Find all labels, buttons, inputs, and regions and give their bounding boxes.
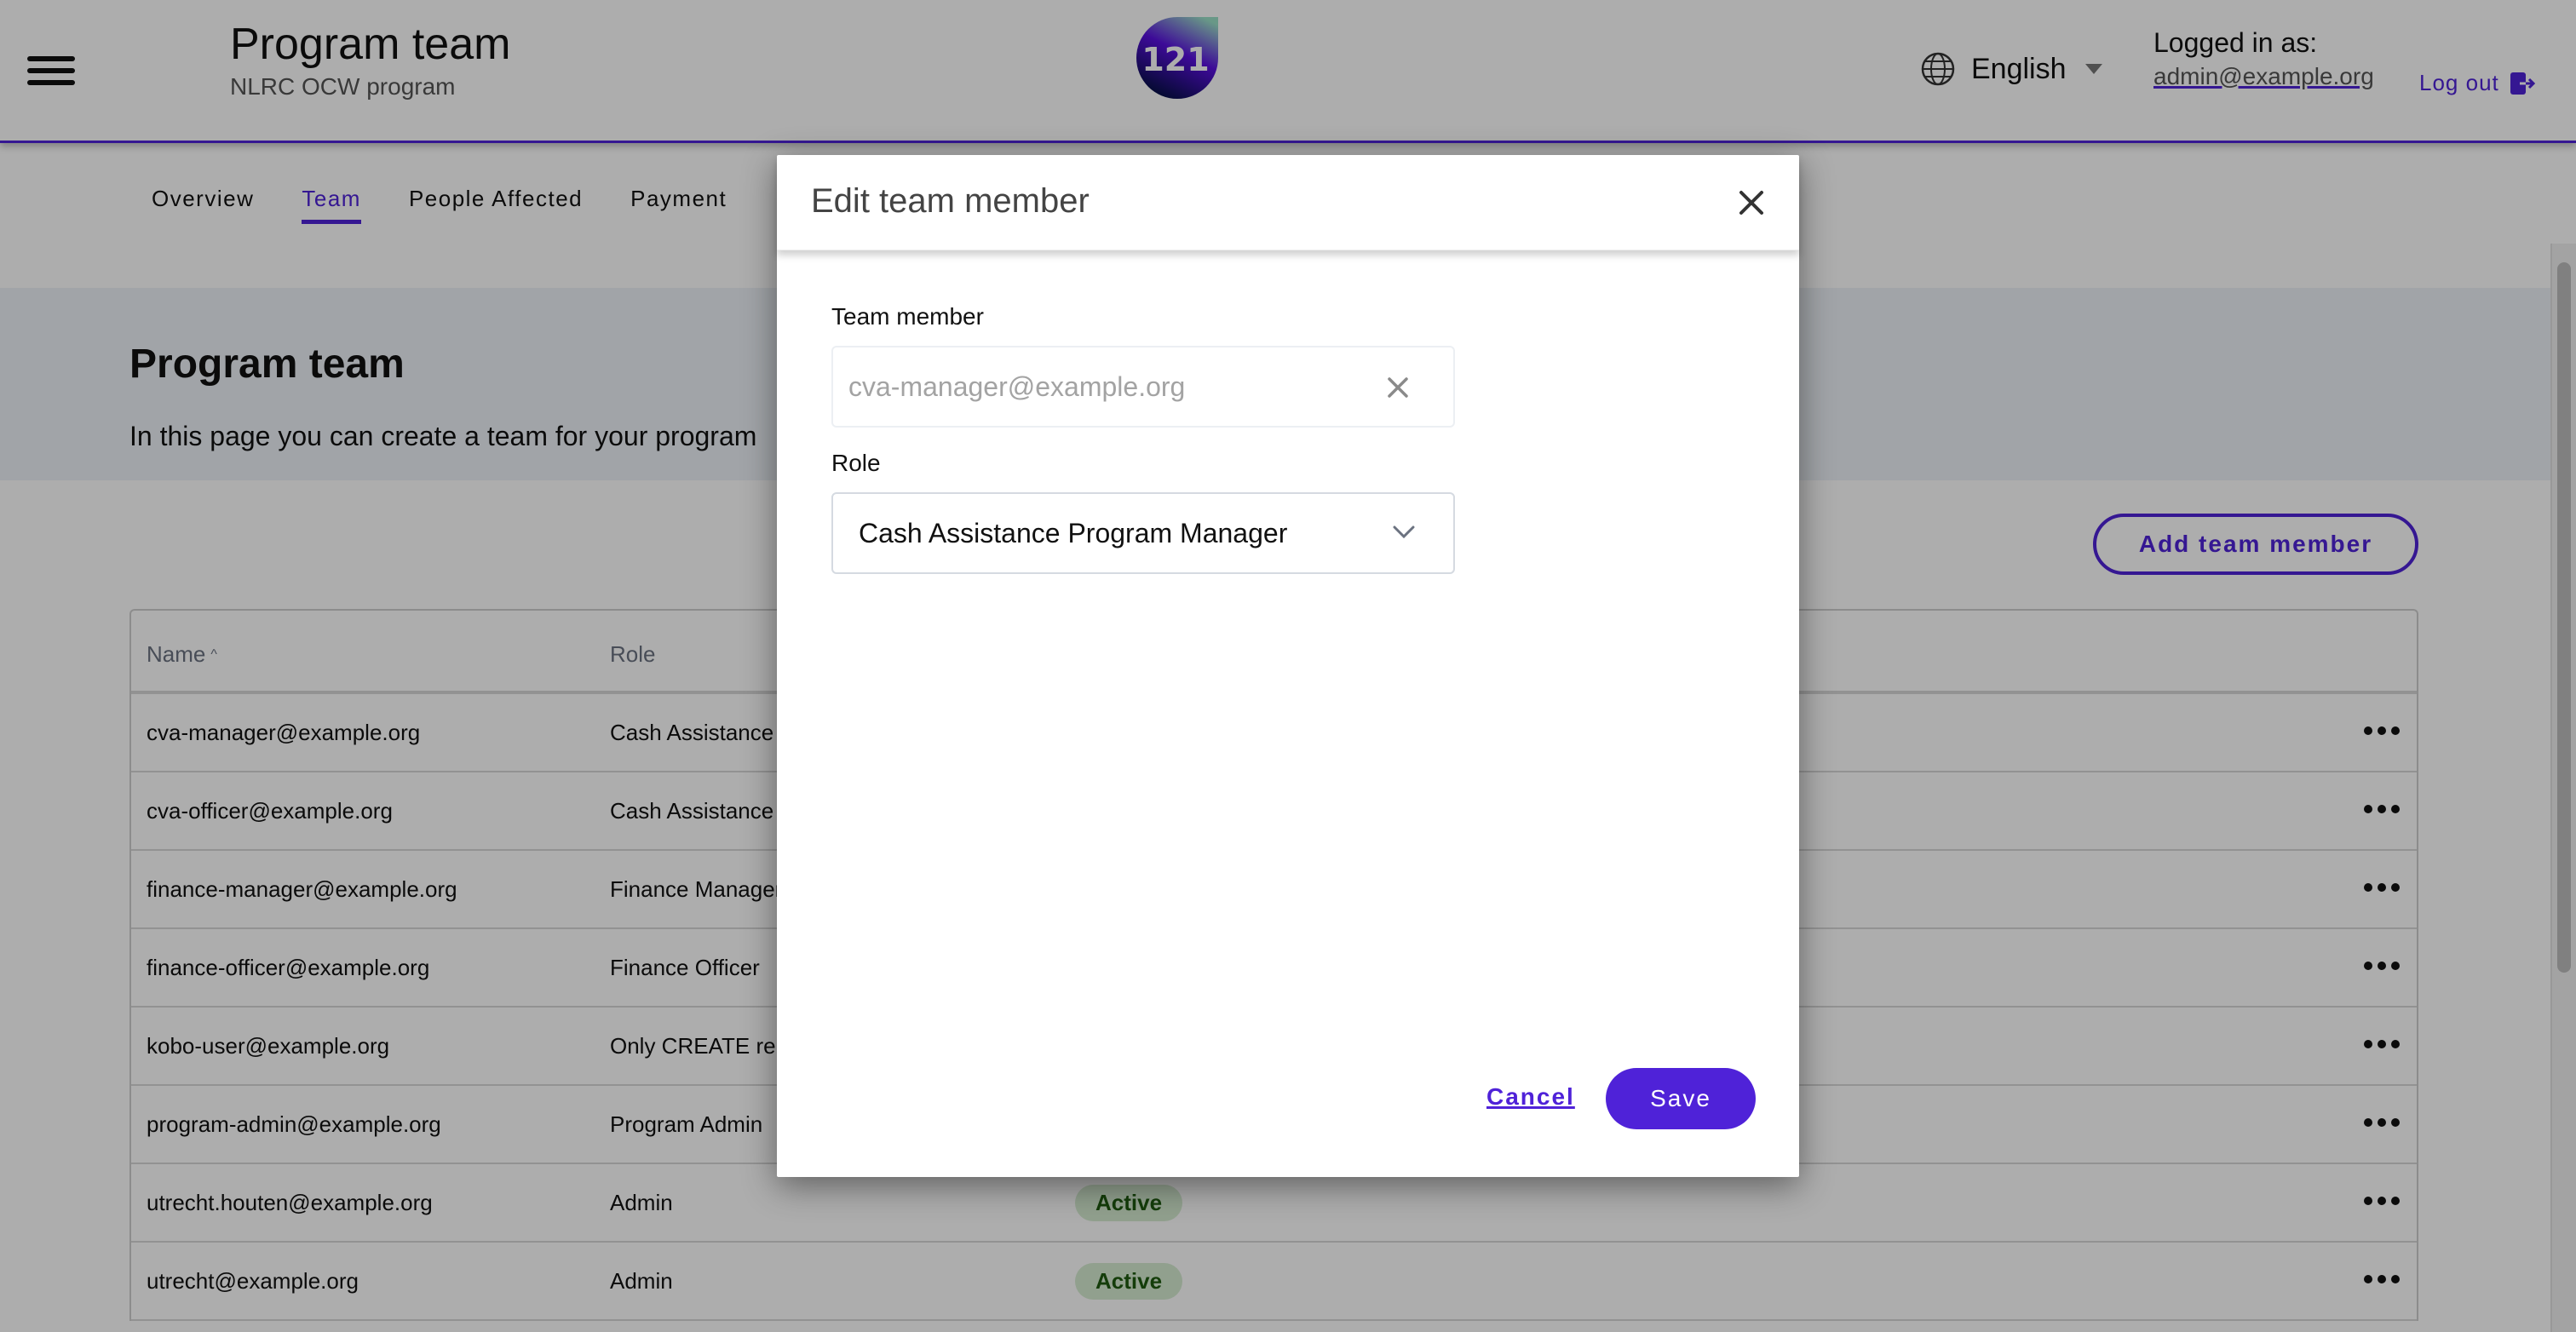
clear-icon[interactable] [1385,375,1411,400]
team-member-field[interactable] [831,346,1455,428]
edit-team-member-dialog: Edit team member Team member Role Cash A… [777,155,1799,1177]
team-member-input[interactable] [848,370,1360,403]
dialog-header: Edit team member [777,155,1799,250]
cancel-button[interactable]: Cancel [1486,1083,1575,1111]
dialog-title: Edit team member [811,182,1090,220]
role-select[interactable]: Cash Assistance Program Manager [831,492,1455,574]
chevron-down-icon [1393,525,1415,539]
role-label: Role [831,450,881,476]
team-member-label: Team member [831,303,984,330]
close-icon[interactable] [1734,186,1768,220]
save-button[interactable]: Save [1606,1068,1756,1129]
role-selected-value: Cash Assistance Program Manager [859,517,1288,548]
